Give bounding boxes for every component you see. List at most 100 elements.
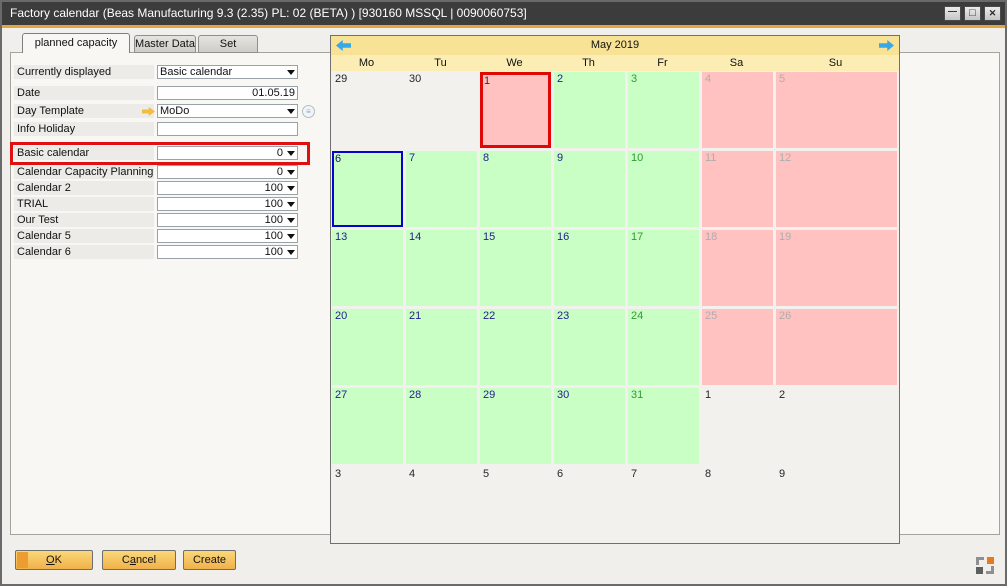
- calendar-day-cell[interactable]: 21: [406, 309, 477, 385]
- calendar-day-cell[interactable]: 29: [332, 72, 403, 148]
- day-number: 29: [483, 389, 495, 401]
- calendar-2-select[interactable]: 100: [157, 181, 298, 195]
- calendar-day-cell[interactable]: 4: [702, 72, 773, 148]
- calendar-day-cell[interactable]: 12: [776, 151, 897, 227]
- calendar-day-cell[interactable]: 20: [332, 309, 403, 385]
- resize-grip-icon[interactable]: [976, 557, 994, 574]
- calendar-day-cell[interactable]: 30: [406, 72, 477, 148]
- basic-calendar-select[interactable]: 0: [157, 146, 298, 160]
- calendar-day-cell[interactable]: 18: [702, 230, 773, 306]
- ok-button[interactable]: OK: [15, 550, 93, 570]
- field-label: Calendar 6: [14, 245, 154, 259]
- currently-displayed-select[interactable]: Basic calendar: [157, 65, 298, 79]
- calendar-day-cell[interactable]: 5: [776, 72, 897, 148]
- field-value: 100: [160, 199, 283, 210]
- day-number: 17: [631, 231, 643, 243]
- calendar-day-cell[interactable]: 29: [480, 388, 551, 464]
- title-bar[interactable]: Factory calendar (Beas Manufacturing 9.3…: [2, 2, 1005, 25]
- calendar-day-cell[interactable]: 3: [332, 467, 403, 543]
- calendar-day-cell[interactable]: 25: [702, 309, 773, 385]
- calendar-day-cell[interactable]: 28: [406, 388, 477, 464]
- day-number: 14: [409, 231, 421, 243]
- calendar-day-cell[interactable]: 16: [554, 230, 625, 306]
- day-header: Tu: [405, 55, 476, 71]
- field-value: Basic calendar: [160, 67, 283, 78]
- field-value: 100: [160, 183, 283, 194]
- edit-list-circle-icon[interactable]: ≡: [302, 105, 315, 118]
- form-row-info-holiday: Info Holiday: [14, 122, 310, 136]
- dropdown-caret-icon: [287, 170, 295, 175]
- month-calendar: May 2019 MoTuWeThFrSaSu 2930123456789101…: [330, 35, 900, 544]
- calendar-day-cell[interactable]: 15: [480, 230, 551, 306]
- day-template-select[interactable]: MoDo ≡: [157, 104, 298, 118]
- calendar-day-cell[interactable]: 9: [776, 467, 897, 543]
- day-number: 24: [631, 310, 643, 322]
- calendar-capacity-planning-select[interactable]: 0: [157, 165, 298, 179]
- day-number: 29: [335, 73, 347, 85]
- calendar-day-cell[interactable]: 22: [480, 309, 551, 385]
- calendar-day-cell[interactable]: 9: [554, 151, 625, 227]
- grip-square-orange: [987, 557, 994, 564]
- field-label: Day Template: [14, 104, 154, 118]
- calendar-5-select[interactable]: 100: [157, 229, 298, 243]
- calendar-day-cell[interactable]: 1: [702, 388, 773, 464]
- tab-planned-capacity[interactable]: planned capacity: [22, 33, 130, 53]
- calendar-day-cell[interactable]: 1: [480, 72, 551, 148]
- dropdown-caret-icon: [287, 234, 295, 239]
- calendar-day-cell[interactable]: 19: [776, 230, 897, 306]
- grip-square-dark: [976, 567, 983, 574]
- dropdown-caret-icon: [287, 250, 295, 255]
- calendar-day-cell[interactable]: 10: [628, 151, 699, 227]
- dropdown-caret-icon: [287, 218, 295, 223]
- cancel-button[interactable]: Cancel: [102, 550, 176, 570]
- calendar-day-cell[interactable]: 27: [332, 388, 403, 464]
- field-label: Info Holiday: [14, 122, 154, 136]
- calendar-day-cell[interactable]: 13: [332, 230, 403, 306]
- window-title: Factory calendar (Beas Manufacturing 9.3…: [10, 6, 527, 20]
- dropdown-caret-icon: [287, 186, 295, 191]
- calendar-day-cell[interactable]: 26: [776, 309, 897, 385]
- calendar-day-cell[interactable]: 8: [480, 151, 551, 227]
- tab-set[interactable]: Set: [198, 35, 258, 53]
- calendar-day-cell[interactable]: 2: [776, 388, 897, 464]
- dropdown-caret-icon: [287, 109, 295, 114]
- calendar-day-cell[interactable]: 6: [332, 151, 403, 227]
- calendar-day-cell[interactable]: 3: [628, 72, 699, 148]
- calendar-day-cell[interactable]: 11: [702, 151, 773, 227]
- calendar-day-cell[interactable]: 24: [628, 309, 699, 385]
- calendar-day-cell[interactable]: 5: [480, 467, 551, 543]
- tab-master-data[interactable]: Master Data: [134, 35, 196, 53]
- calendar-day-cell[interactable]: 8: [702, 467, 773, 543]
- calendar-day-cell[interactable]: 7: [406, 151, 477, 227]
- calendar-day-cell[interactable]: 14: [406, 230, 477, 306]
- calendar-day-cell[interactable]: 30: [554, 388, 625, 464]
- maximize-button[interactable]: □: [964, 6, 981, 21]
- calendar-day-cell[interactable]: 6: [554, 467, 625, 543]
- calendar-day-cell[interactable]: 7: [628, 467, 699, 543]
- field-value: 100: [160, 247, 283, 258]
- close-button[interactable]: ✕: [984, 6, 1001, 21]
- day-header: Sa: [701, 55, 772, 71]
- calendar-day-cell[interactable]: 23: [554, 309, 625, 385]
- day-number: 27: [335, 389, 347, 401]
- grip-corner-top-left: [976, 557, 984, 565]
- calendar-day-cell[interactable]: 17: [628, 230, 699, 306]
- close-icon: ✕: [985, 7, 1000, 20]
- calendar-day-cell[interactable]: 2: [554, 72, 625, 148]
- day-number: 30: [409, 73, 421, 85]
- minimize-button[interactable]: —: [944, 6, 961, 21]
- our-test-select[interactable]: 100: [157, 213, 298, 227]
- day-header: Th: [553, 55, 624, 71]
- calendar-6-select[interactable]: 100: [157, 245, 298, 259]
- field-value: 0: [160, 148, 283, 159]
- info-holiday-input[interactable]: [157, 122, 298, 136]
- day-number: 7: [631, 468, 637, 480]
- date-input[interactable]: 01.05.19: [157, 86, 298, 100]
- day-number: 16: [557, 231, 569, 243]
- grip-corner-bottom-right: [986, 566, 994, 574]
- calendar-day-cell[interactable]: 31: [628, 388, 699, 464]
- trial-select[interactable]: 100: [157, 197, 298, 211]
- day-number: 31: [631, 389, 643, 401]
- calendar-day-cell[interactable]: 4: [406, 467, 477, 543]
- create-button[interactable]: Create: [183, 550, 236, 570]
